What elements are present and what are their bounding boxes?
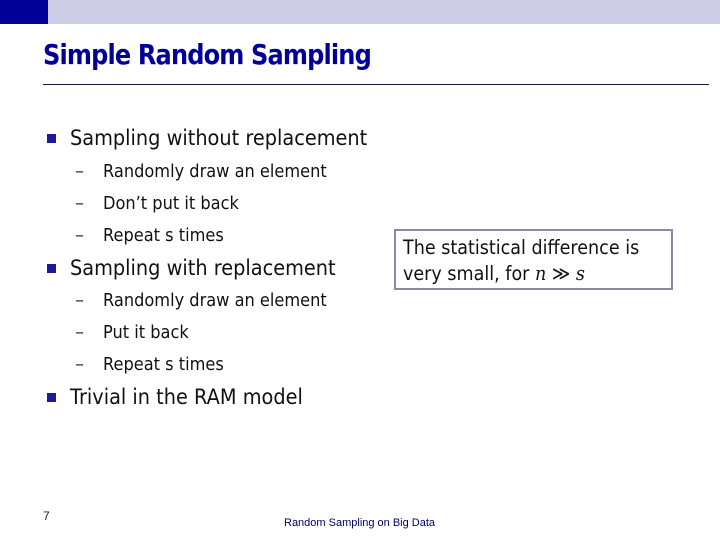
sub-item-text: Randomly draw an element (103, 161, 327, 182)
math-variable-n: n (534, 262, 547, 285)
callout-line-2: very small, for (403, 262, 535, 285)
dash-bullet-icon: – (75, 161, 84, 182)
dash-bullet-icon: – (75, 290, 84, 311)
sub-item-text: Put it back (103, 322, 189, 343)
square-bullet-icon (47, 393, 56, 402)
dash-bullet-icon: – (75, 225, 84, 246)
callout-text: The statistical difference is very small… (403, 235, 639, 287)
dash-bullet-icon: – (75, 322, 84, 343)
dash-bullet-icon: – (75, 193, 84, 214)
bullet-text: Sampling with replacement (70, 256, 336, 280)
math-variable-s: s (575, 262, 585, 285)
square-bullet-icon (47, 134, 56, 143)
slide-number: 7 (43, 509, 50, 523)
sub-item-text: Repeat s times (103, 225, 224, 246)
bullet-text: Sampling without replacement (70, 126, 368, 150)
callout-line-1: The statistical difference is (403, 236, 640, 259)
much-greater-than-symbol: ≫ (546, 262, 576, 285)
square-bullet-icon (47, 264, 56, 273)
sub-item-text: Don’t put it back (103, 193, 239, 214)
callout-box: The statistical difference is very small… (394, 229, 673, 290)
bullet-text: Trivial in the RAM model (70, 385, 303, 409)
slide-footer: Random Sampling on Big Data (284, 517, 436, 529)
sub-item-text: Randomly draw an element (103, 290, 327, 311)
dash-bullet-icon: – (75, 354, 84, 375)
sub-item-text: Repeat s times (103, 354, 224, 375)
